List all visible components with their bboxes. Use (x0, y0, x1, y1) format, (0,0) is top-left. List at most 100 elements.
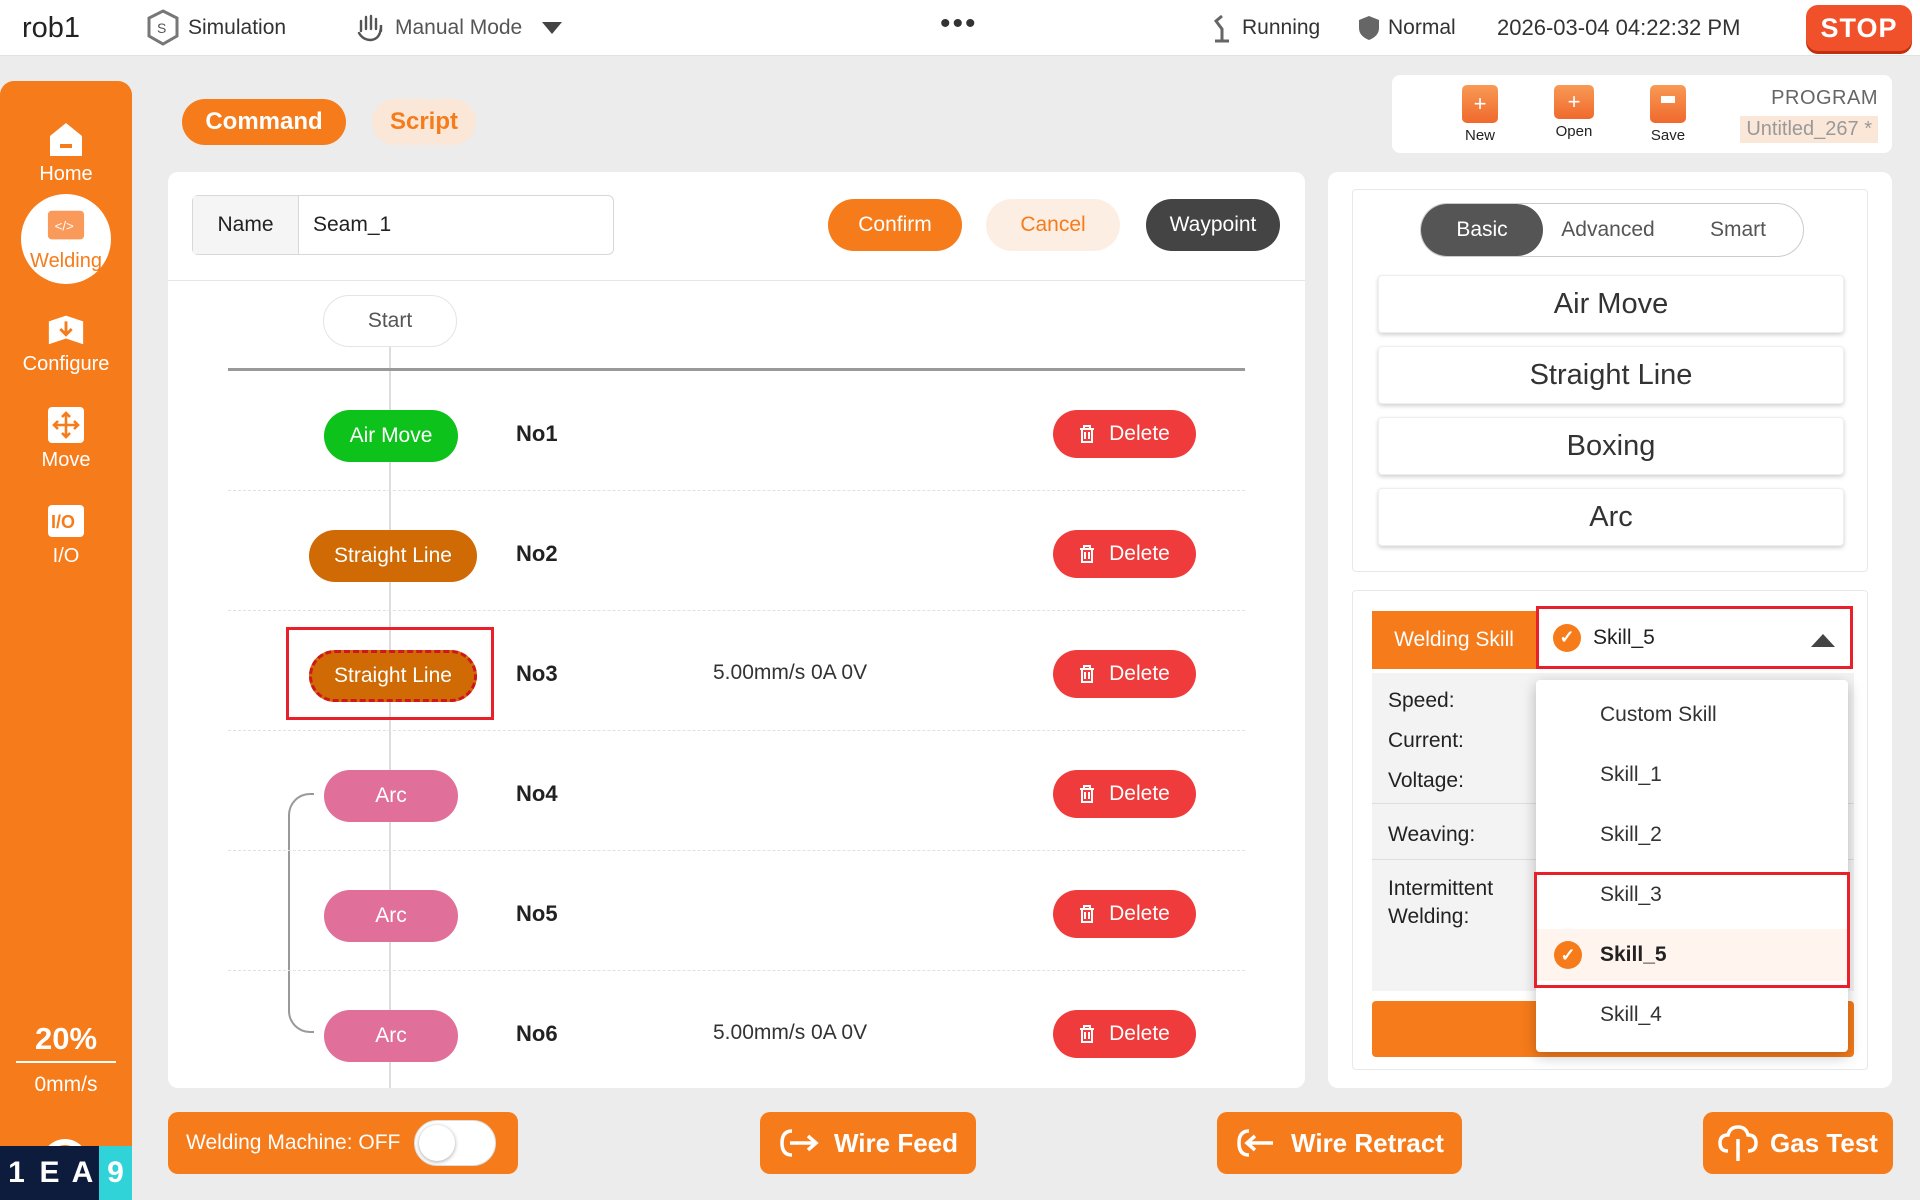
motion-node-air-move[interactable]: Air Move (324, 410, 458, 462)
sidebar-label-home: Home (39, 163, 93, 185)
io-icon: I/O (46, 501, 86, 541)
toggle-switch[interactable] (414, 1120, 496, 1166)
simulation-indicator[interactable]: S Simulation (146, 0, 286, 56)
delete-label: Delete (1109, 782, 1170, 805)
tab-command[interactable]: Command (182, 99, 346, 145)
hand-icon (357, 14, 383, 42)
sidebar-item-move[interactable]: Move (0, 405, 132, 472)
seam-row: Arc No4 Delete (228, 731, 1245, 851)
row-number: No2 (516, 541, 558, 566)
motion-type-card: Basic Advanced Smart Air Move Straight L… (1352, 189, 1868, 572)
brand-logo: 1 E A 9 (0, 1146, 132, 1200)
program-name: Untitled_267 * (1740, 116, 1878, 143)
delete-label: Delete (1109, 422, 1170, 445)
new-file-icon: + (1462, 85, 1498, 123)
delete-button[interactable]: Delete (1053, 1010, 1196, 1058)
shield-icon (1359, 16, 1379, 40)
sidebar-item-welding[interactable]: </> Welding (0, 194, 132, 284)
wire-retract-label: Wire Retract (1291, 1127, 1444, 1158)
row-number: No5 (516, 901, 558, 926)
sidebar-item-home[interactable]: Home (0, 119, 132, 186)
gas-test-label: Gas Test (1770, 1127, 1878, 1158)
seam-row: Arc No5 Delete (228, 851, 1245, 971)
save-button[interactable]: Save (1633, 85, 1703, 144)
seam-row: Arc No6 5.00mm/s 0A 0V Delete (228, 971, 1245, 1091)
wire-feed-icon (780, 1129, 819, 1157)
row-number: No4 (516, 781, 558, 806)
more-options-button[interactable]: ••• (940, 0, 978, 52)
move-arrows-icon (46, 405, 86, 445)
delete-button[interactable]: Delete (1053, 890, 1196, 938)
trash-icon (1080, 785, 1095, 803)
welding-skill-label: Welding Skill (1372, 611, 1536, 669)
motion-tabs: Basic Advanced Smart (1420, 203, 1804, 257)
simulation-shield-icon: S (147, 9, 179, 46)
download-icon (46, 309, 86, 349)
delete-button[interactable]: Delete (1053, 650, 1196, 698)
skill-select[interactable]: ✓ Skill_5 (1536, 606, 1853, 669)
tab-basic[interactable]: Basic (1421, 204, 1543, 256)
motion-node-arc[interactable]: Arc (324, 890, 458, 942)
boxing-button[interactable]: Boxing (1378, 417, 1844, 475)
delete-button[interactable]: Delete (1053, 410, 1196, 458)
code-window-icon: </> (46, 206, 86, 246)
cancel-button[interactable]: Cancel (986, 199, 1120, 251)
trash-icon (1080, 425, 1095, 443)
welding-machine-toggle[interactable]: Welding Machine: OFF (168, 1112, 518, 1174)
sidebar-label-move: Move (41, 449, 91, 471)
wire-retract-button[interactable]: Wire Retract (1217, 1112, 1462, 1174)
weaving-label: Weaving: (1388, 823, 1476, 846)
chevron-up-icon (1811, 634, 1835, 647)
option-skill-2[interactable]: Skill_2 (1536, 809, 1848, 861)
new-button[interactable]: + New (1445, 85, 1515, 144)
motion-node-arc[interactable]: Arc (324, 1010, 458, 1062)
motion-node-arc[interactable]: Arc (324, 770, 458, 822)
waypoint-button[interactable]: Waypoint (1146, 199, 1280, 251)
delete-label: Delete (1109, 542, 1170, 565)
voltage-label: Voltage: (1388, 769, 1464, 792)
name-input[interactable]: Seam_1 (299, 196, 613, 254)
arc-button[interactable]: Arc (1378, 488, 1844, 546)
tab-advanced[interactable]: Advanced (1543, 204, 1673, 256)
toggle-knob (419, 1125, 455, 1161)
motion-node-straight-line[interactable]: Straight Line (309, 530, 477, 582)
straight-line-button[interactable]: Straight Line (1378, 346, 1844, 404)
open-folder-icon: + (1554, 85, 1594, 119)
skill-select-value: Skill_5 (1593, 625, 1655, 649)
name-field[interactable]: Name Seam_1 (192, 195, 614, 255)
current-label: Current: (1388, 729, 1464, 752)
gas-test-button[interactable]: Gas Test (1703, 1112, 1893, 1174)
save-icon (1650, 85, 1686, 123)
option-skill-4[interactable]: Skill_4 (1536, 989, 1848, 1041)
open-label: Open (1555, 123, 1593, 140)
air-move-button[interactable]: Air Move (1378, 275, 1844, 333)
delete-button[interactable]: Delete (1053, 530, 1196, 578)
mode-selector[interactable]: Manual Mode (355, 0, 564, 56)
gas-cloud-icon (1718, 1125, 1758, 1161)
svg-text:S: S (157, 20, 166, 36)
delete-button[interactable]: Delete (1053, 770, 1196, 818)
delete-label: Delete (1109, 1022, 1170, 1045)
simulation-label: Simulation (188, 16, 287, 39)
confirm-button[interactable]: Confirm (828, 199, 962, 251)
stop-button[interactable]: STOP (1806, 5, 1912, 51)
open-button[interactable]: + Open (1539, 85, 1609, 140)
tab-smart[interactable]: Smart (1673, 204, 1803, 256)
option-custom-skill[interactable]: Custom Skill (1536, 689, 1848, 741)
row-number: No3 (516, 661, 558, 686)
sidebar-item-io[interactable]: I/O I/O (0, 501, 132, 568)
sidebar-item-configure[interactable]: Configure (0, 309, 132, 376)
robot-arm-icon (1213, 14, 1229, 43)
tab-script[interactable]: Script (372, 99, 476, 145)
program-toolbar: + New + Open Save PROGRAM Untitled_267 * (1392, 75, 1892, 153)
option-skill-1[interactable]: Skill_1 (1536, 749, 1848, 801)
speed-label: Speed: (1388, 689, 1455, 712)
tcp-speed: 0mm/s (34, 1073, 98, 1096)
sidebar: Home </> Welding Configure Move I/O I/O … (0, 81, 132, 1200)
speed-percentage[interactable]: 20% (16, 1021, 116, 1063)
divider (168, 280, 1305, 281)
trash-icon (1080, 1025, 1095, 1043)
wire-feed-button[interactable]: Wire Feed (760, 1112, 976, 1174)
chevron-down-icon (542, 22, 563, 34)
safety-label: Normal (1388, 16, 1456, 39)
